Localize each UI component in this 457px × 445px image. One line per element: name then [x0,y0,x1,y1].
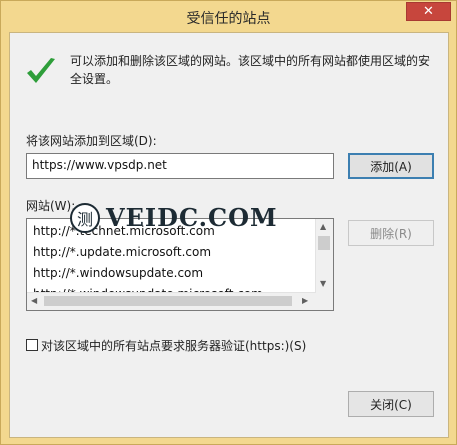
scroll-down-icon[interactable]: ▼ [320,279,326,288]
horizontal-scrollbar[interactable]: ◀ ▶ [27,292,316,310]
dialog-content: 可以添加和删除该区域的网站。该区域中的所有网站都使用区域的安全设置。 将该网站添… [9,32,449,438]
trusted-sites-dialog: 受信任的站点 ✕ 可以添加和删除该区域的网站。该区域中的所有网站都使用区域的安全… [0,0,457,445]
close-button[interactable]: 关闭(C) [348,391,434,417]
title-bar: 受信任的站点 ✕ [1,1,456,32]
scroll-right-icon[interactable]: ▶ [302,296,308,305]
websites-label: 网站(W): [26,199,76,213]
require-https-label[interactable]: 对该区域中的所有站点要求服务器验证(https:)(S) [41,337,306,354]
watermark-text: VEIDC.COM [106,203,278,232]
checkmark-icon [27,58,55,83]
list-item[interactable]: http://*.windowsupdate.com [33,266,203,280]
add-site-label: 将该网站添加到区域(D): [26,134,157,148]
scroll-left-icon[interactable]: ◀ [31,296,37,305]
zone-description: 可以添加和删除该区域的网站。该区域中的所有网站都使用区域的安全设置。 [70,54,431,86]
watermark-logo: 测 [70,203,100,233]
window-title: 受信任的站点 [186,11,271,27]
close-icon: ✕ [423,4,434,19]
require-https-checkbox[interactable] [26,339,38,351]
list-item[interactable]: http://*.update.microsoft.com [33,245,211,259]
site-url-input[interactable]: https://www.vpsdp.net [26,153,334,179]
vertical-scroll-thumb[interactable] [318,236,330,250]
scroll-up-icon[interactable]: ▲ [320,222,326,231]
remove-button[interactable]: 删除(R) [348,220,434,246]
scrollbar-corner [316,293,333,310]
horizontal-scroll-thumb[interactable] [44,296,292,306]
vertical-scrollbar[interactable]: ▲ ▼ [315,219,333,293]
add-button[interactable]: 添加(A) [348,153,434,179]
window-close-button[interactable]: ✕ [406,2,451,21]
